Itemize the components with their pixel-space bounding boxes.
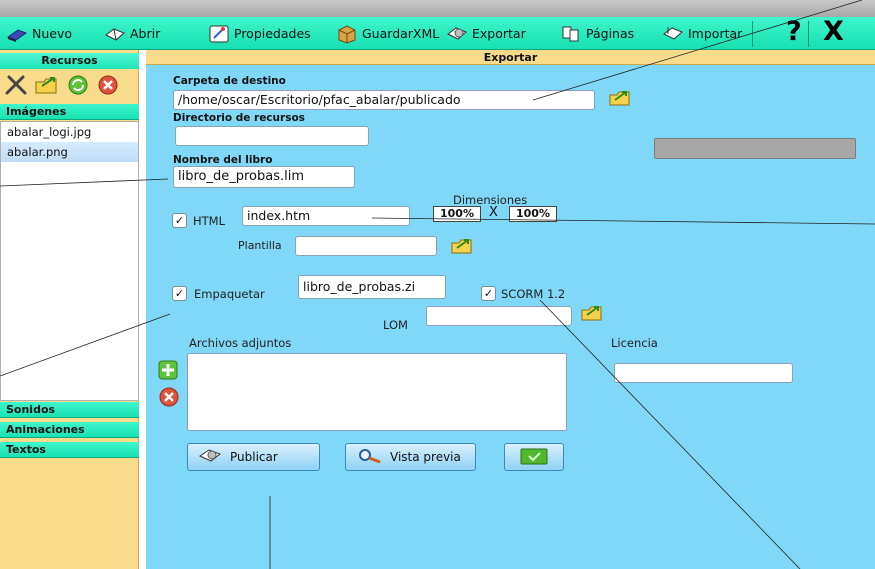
html-label: HTML — [193, 214, 226, 228]
save-xml-button[interactable]: GuardarXML — [336, 17, 439, 50]
properties-label: Propiedades — [234, 26, 311, 41]
height-field[interactable]: 100% — [509, 206, 557, 222]
texts-section-header[interactable]: Textos — [0, 442, 139, 458]
folder-button[interactable] — [504, 443, 564, 471]
export-book-icon — [446, 24, 468, 44]
refresh-icon[interactable] — [66, 74, 90, 99]
export-title: Exportar — [146, 50, 875, 65]
list-item[interactable]: abalar.png — [1, 142, 138, 162]
lom-field[interactable] — [426, 306, 572, 326]
open-folder-icon[interactable] — [34, 74, 60, 99]
html-index-field[interactable]: index.htm — [242, 206, 410, 226]
publish-label: Publicar — [230, 450, 278, 464]
package-checkbox[interactable]: ✓ — [172, 286, 187, 301]
lom-label: LOM — [383, 318, 408, 332]
import-label: Importar — [688, 26, 743, 41]
export-label: Exportar — [472, 26, 526, 41]
package-name-field[interactable]: libro_de_probas.zi — [298, 275, 446, 299]
animations-section-header[interactable]: Animaciones — [0, 422, 139, 438]
publish-book-icon — [198, 446, 222, 469]
license-field[interactable] — [614, 363, 793, 383]
toolbar-divider — [752, 21, 753, 47]
save-xml-label: GuardarXML — [362, 26, 440, 41]
list-item[interactable]: abalar_logi.jpg — [1, 122, 138, 142]
pages-label: Páginas — [586, 26, 635, 41]
import-button[interactable]: Importar — [662, 17, 742, 50]
template-label: Plantilla — [238, 239, 282, 252]
resources-title: Recursos — [0, 53, 139, 69]
export-button[interactable]: Exportar — [446, 17, 526, 50]
scorm-checkbox[interactable]: ✓ — [481, 286, 496, 301]
open-button[interactable]: Abrir — [104, 17, 160, 50]
width-field[interactable]: 100% — [433, 206, 481, 222]
properties-icon — [208, 24, 230, 44]
book-name-label: Nombre del libro — [173, 154, 273, 166]
toolbar: Nuevo Abrir Propiedades GuardarXML Expor… — [0, 16, 875, 50]
magnifier-icon — [356, 447, 382, 468]
scorm-label: SCORM 1.2 — [501, 287, 566, 301]
tools-icon[interactable] — [4, 74, 28, 99]
properties-button[interactable]: Propiedades — [208, 17, 311, 50]
pages-icon — [560, 24, 582, 44]
browse-lom-icon[interactable] — [580, 303, 604, 326]
attachments-label: Archivos adjuntos — [189, 336, 292, 350]
close-icon[interactable]: X — [823, 16, 844, 47]
resources-toolbar — [0, 71, 139, 101]
open-label: Abrir — [130, 26, 161, 41]
images-section-header[interactable]: Imágenes — [0, 104, 139, 120]
add-attachment-icon[interactable] — [158, 360, 178, 383]
destination-field[interactable]: /home/oscar/Escritorio/pfac_abalar/publi… — [173, 90, 595, 110]
progress-bar — [654, 138, 856, 159]
import-book-icon — [662, 24, 684, 44]
resources-dir-field[interactable] — [175, 126, 369, 146]
sounds-section-header[interactable]: Sonidos — [0, 402, 139, 418]
window-title-bar — [0, 0, 875, 17]
preview-button[interactable]: Vista previa — [345, 443, 476, 471]
images-list: abalar_logi.jpg abalar.png — [0, 121, 139, 401]
folder-check-icon — [519, 446, 549, 469]
publish-button[interactable]: Publicar — [187, 443, 320, 471]
browse-destination-icon[interactable] — [608, 88, 632, 111]
book-icon — [6, 24, 28, 44]
attachments-list[interactable] — [187, 353, 567, 431]
new-button[interactable]: Nuevo — [6, 17, 72, 50]
help-icon[interactable]: ? — [786, 16, 802, 47]
html-checkbox[interactable]: ✓ — [172, 213, 187, 228]
book-name-field[interactable]: libro_de_probas.lim — [173, 166, 355, 188]
resources-dir-label: Directorio de recursos — [173, 112, 305, 124]
license-label: Licencia — [611, 336, 658, 350]
preview-label: Vista previa — [390, 450, 461, 464]
dimension-separator: X — [489, 205, 498, 220]
destination-label: Carpeta de destino — [173, 75, 286, 87]
new-label: Nuevo — [32, 26, 73, 41]
package-label: Empaquetar — [194, 287, 265, 301]
open-book-icon — [104, 24, 126, 44]
browse-template-icon[interactable] — [450, 236, 474, 259]
template-field[interactable] — [295, 236, 437, 256]
pages-button[interactable]: Páginas — [560, 17, 634, 50]
remove-attachment-icon[interactable] — [158, 386, 180, 411]
box-icon — [336, 24, 358, 44]
delete-icon[interactable] — [96, 74, 120, 99]
toolbar-divider-2 — [808, 21, 809, 47]
